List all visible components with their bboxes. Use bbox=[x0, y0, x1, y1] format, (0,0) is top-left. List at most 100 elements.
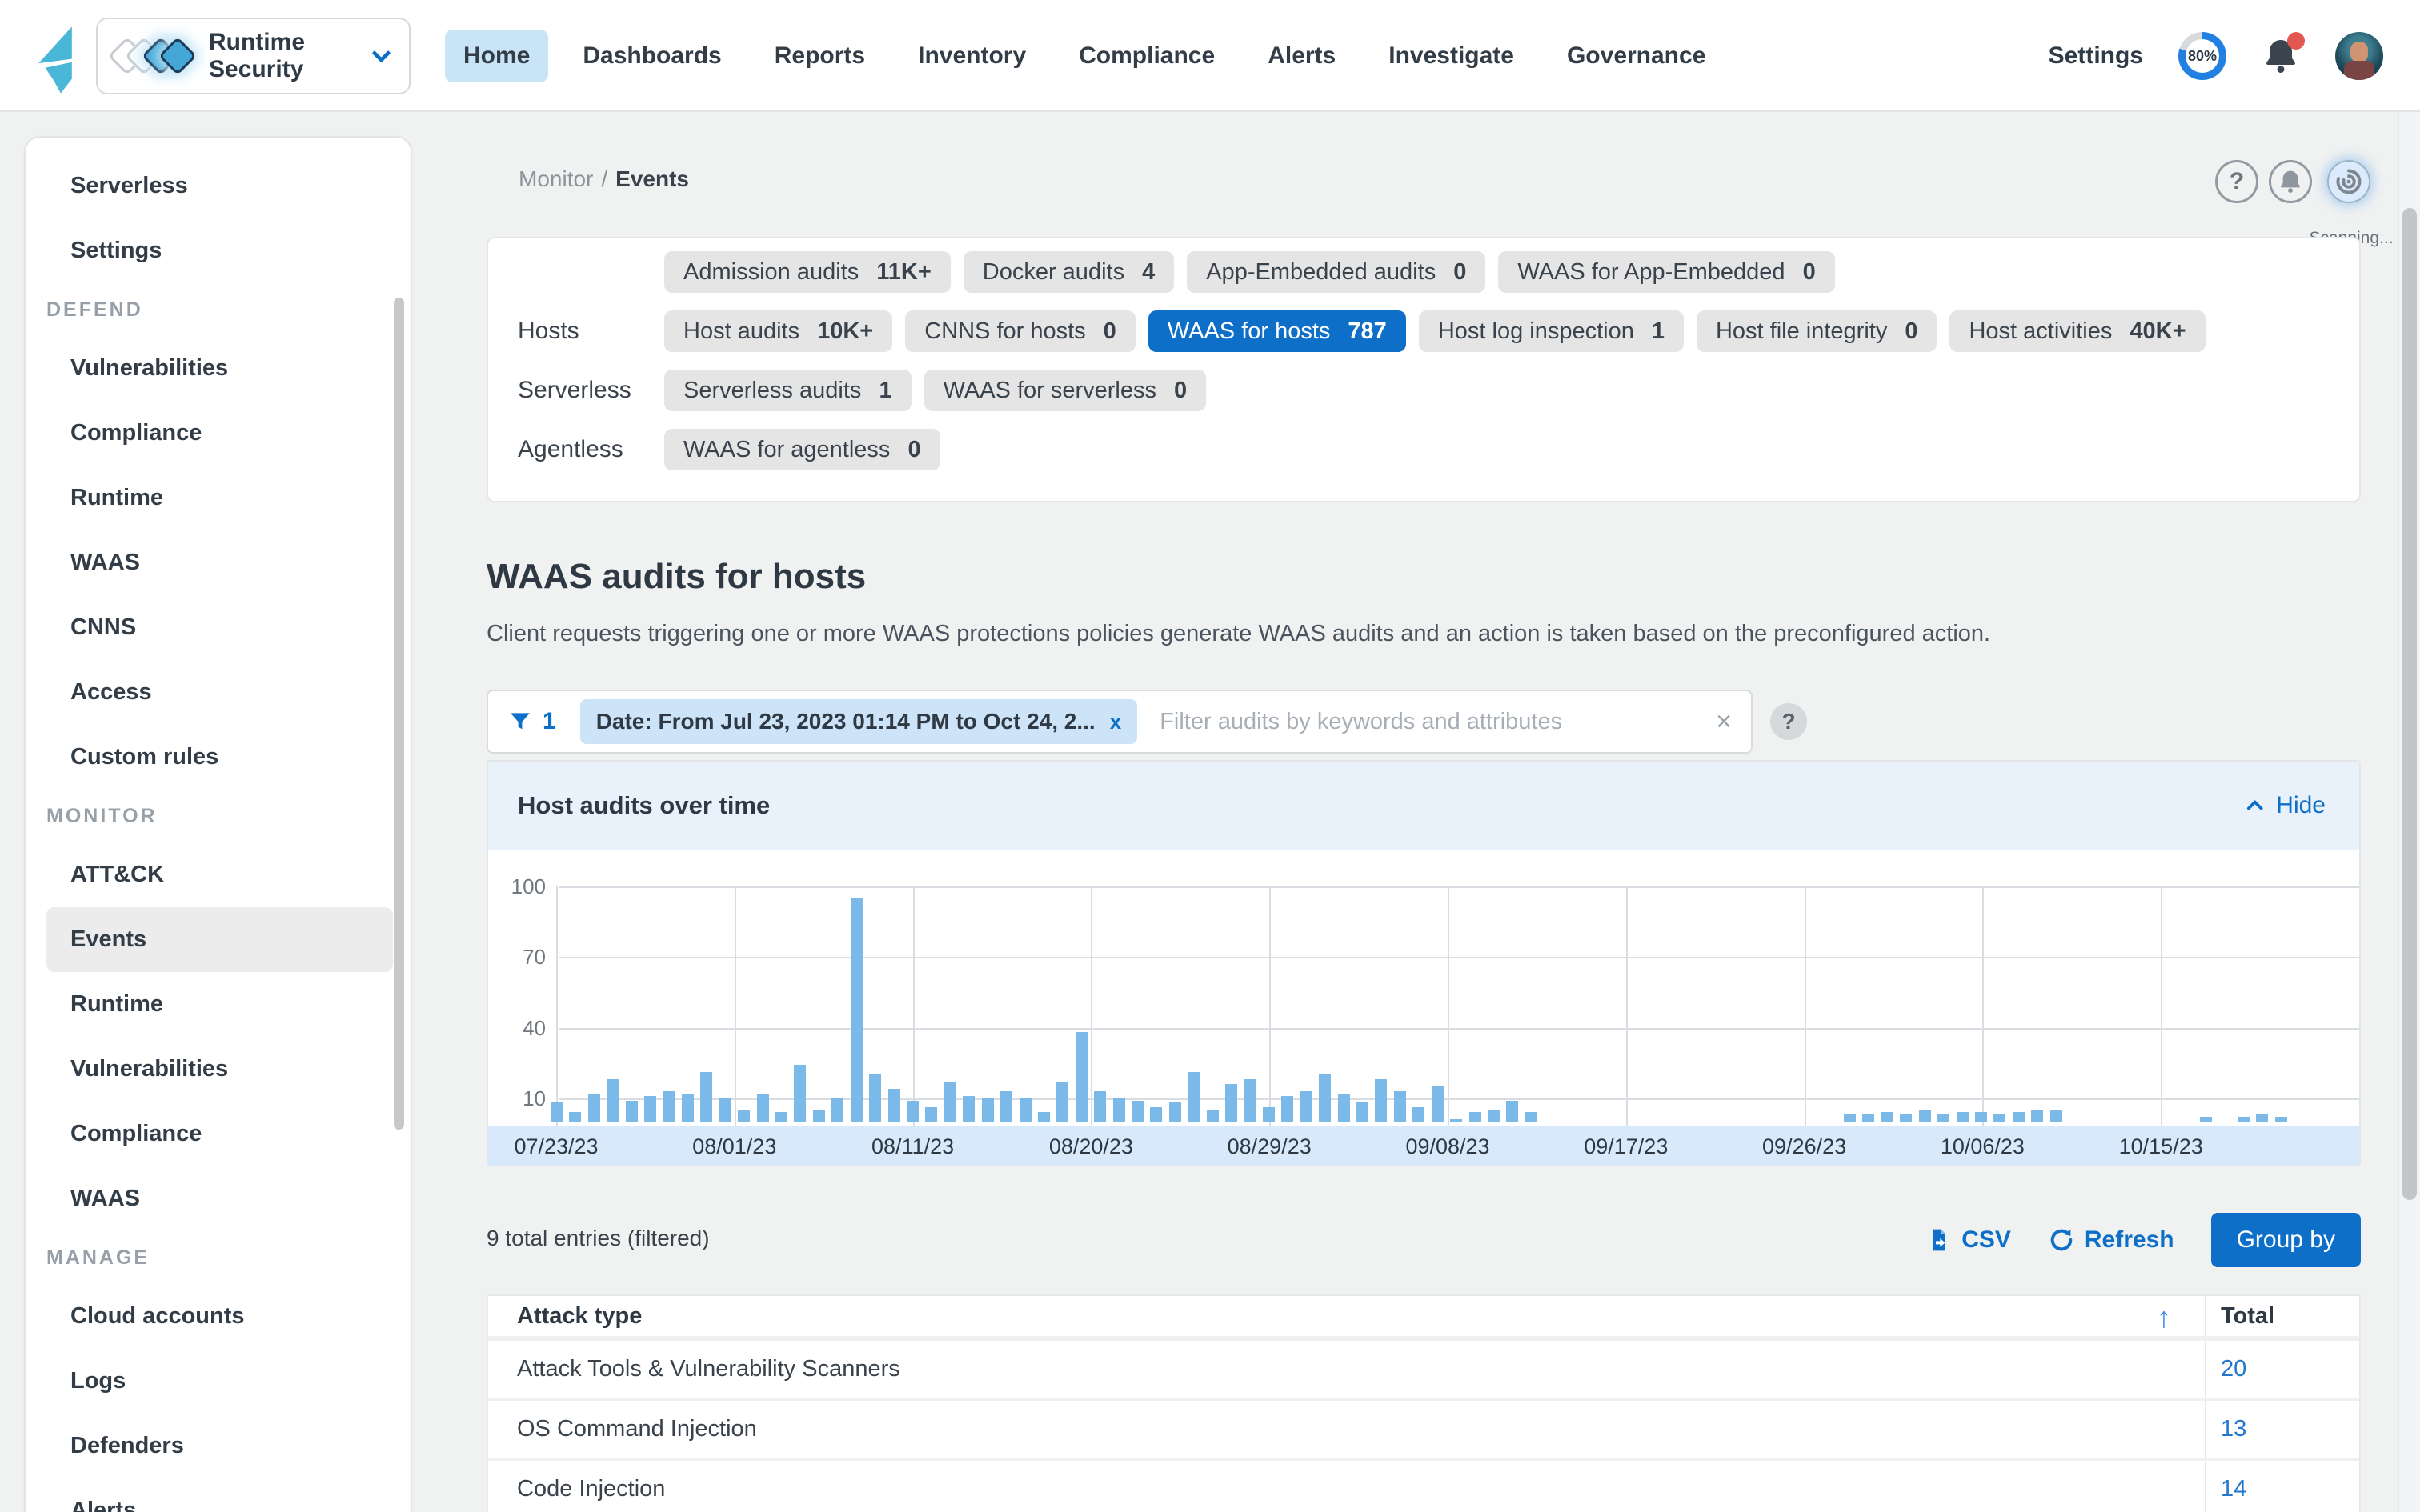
date-filter-remove-icon[interactable]: x bbox=[1110, 710, 1121, 734]
bar-day-3[interactable] bbox=[607, 1079, 619, 1122]
chip-waas-for-serverless[interactable]: WAAS for serverless 0 bbox=[924, 370, 1207, 411]
user-avatar[interactable] bbox=[2335, 32, 2383, 80]
refresh-button[interactable]: Refresh bbox=[2048, 1226, 2174, 1254]
bar-day-12[interactable] bbox=[775, 1112, 788, 1122]
filter-input[interactable]: Filter audits by keywords and attributes bbox=[1160, 709, 1716, 735]
bar-day-17[interactable] bbox=[869, 1074, 882, 1122]
bar-day-39[interactable] bbox=[1281, 1095, 1294, 1122]
bar-day-42[interactable] bbox=[1337, 1093, 1350, 1122]
table-row[interactable]: OS Command Injection 13 bbox=[488, 1401, 2359, 1461]
bar-day-73[interactable] bbox=[1918, 1110, 1931, 1122]
bar-day-41[interactable] bbox=[1319, 1074, 1332, 1122]
bar-day-72[interactable] bbox=[1900, 1114, 1913, 1122]
bar-day-44[interactable] bbox=[1375, 1079, 1388, 1122]
chip-serverless-audits[interactable]: Serverless audits 1 bbox=[664, 370, 912, 411]
bar-day-92[interactable] bbox=[2274, 1117, 2287, 1122]
chart-hide-button[interactable]: Hide bbox=[2246, 792, 2326, 819]
sidebar-item-att-ck[interactable]: ATT&CK bbox=[46, 842, 393, 907]
bar-day-7[interactable] bbox=[681, 1093, 694, 1122]
bar-day-34[interactable] bbox=[1188, 1072, 1200, 1122]
sidebar-item-runtime[interactable]: Runtime bbox=[46, 972, 393, 1037]
bar-day-8[interactable] bbox=[700, 1072, 713, 1122]
bar-day-75[interactable] bbox=[1956, 1112, 1969, 1122]
bar-day-91[interactable] bbox=[2256, 1114, 2269, 1122]
page-scrollbar-thumb[interactable] bbox=[2402, 208, 2417, 1200]
bar-day-50[interactable] bbox=[1488, 1110, 1500, 1122]
sidebar-item-settings[interactable]: Settings bbox=[46, 218, 393, 283]
table-row[interactable]: Code Injection 14 bbox=[488, 1461, 2359, 1512]
bar-day-74[interactable] bbox=[1937, 1114, 1950, 1122]
page-scrollbar[interactable] bbox=[2398, 112, 2420, 1512]
bar-day-15[interactable] bbox=[831, 1098, 844, 1122]
bar-day-36[interactable] bbox=[1225, 1083, 1238, 1122]
nav-home[interactable]: Home bbox=[445, 30, 549, 82]
bar-day-24[interactable] bbox=[1000, 1090, 1013, 1122]
usage-ring[interactable]: 80% bbox=[2178, 32, 2226, 80]
bar-day-88[interactable] bbox=[2199, 1117, 2212, 1122]
help-icon[interactable]: ? bbox=[2215, 160, 2258, 203]
bar-day-47[interactable] bbox=[1431, 1086, 1444, 1122]
notifications-bell-icon[interactable] bbox=[2262, 32, 2305, 77]
nav-reports[interactable]: Reports bbox=[756, 30, 883, 82]
sidebar-item-custom-rules[interactable]: Custom rules bbox=[46, 725, 393, 790]
filter-bar[interactable]: 1 Date: From Jul 23, 2023 01:14 PM to Oc… bbox=[487, 690, 1753, 754]
bar-day-25[interactable] bbox=[1019, 1098, 1032, 1122]
bar-day-28[interactable] bbox=[1075, 1032, 1088, 1122]
bar-day-30[interactable] bbox=[1112, 1098, 1125, 1122]
chip-cnns-for-hosts[interactable]: CNNS for hosts 0 bbox=[905, 310, 1136, 352]
nav-governance[interactable]: Governance bbox=[1549, 30, 1724, 82]
total-link[interactable]: 14 bbox=[2221, 1476, 2246, 1502]
bar-day-45[interactable] bbox=[1393, 1090, 1406, 1122]
bar-day-48[interactable] bbox=[1450, 1119, 1463, 1122]
bar-day-26[interactable] bbox=[1037, 1112, 1050, 1122]
bar-day-9[interactable] bbox=[719, 1098, 731, 1122]
nav-compliance[interactable]: Compliance bbox=[1060, 30, 1233, 82]
bar-day-49[interactable] bbox=[1468, 1112, 1481, 1122]
chip-host-activities[interactable]: Host activities 40K+ bbox=[1949, 310, 2206, 352]
sidebar-item-logs[interactable]: Logs bbox=[46, 1349, 393, 1414]
bar-day-35[interactable] bbox=[1206, 1110, 1219, 1122]
chip-waas-for-hosts[interactable]: WAAS for hosts 787 bbox=[1148, 310, 1406, 352]
nav-alerts[interactable]: Alerts bbox=[1249, 30, 1354, 82]
bar-day-77[interactable] bbox=[1993, 1114, 2006, 1122]
bar-day-29[interactable] bbox=[1094, 1090, 1107, 1122]
sidebar-scrollbar[interactable] bbox=[394, 298, 404, 1130]
sidebar-item-alerts[interactable]: Alerts bbox=[46, 1478, 393, 1512]
bar-day-46[interactable] bbox=[1412, 1107, 1425, 1122]
product-switcher[interactable]: Runtime Security bbox=[96, 18, 411, 94]
bar-day-20[interactable] bbox=[925, 1107, 938, 1122]
alerts-bell-icon[interactable] bbox=[2269, 160, 2312, 203]
sidebar-item-vulnerabilities[interactable]: Vulnerabilities bbox=[46, 336, 393, 401]
bar-day-79[interactable] bbox=[2031, 1110, 2044, 1122]
chip-host-log-inspection[interactable]: Host log inspection 1 bbox=[1418, 310, 1684, 352]
bar-day-6[interactable] bbox=[663, 1090, 675, 1122]
column-attack-type[interactable]: Attack type bbox=[488, 1303, 2359, 1330]
bar-day-38[interactable] bbox=[1262, 1107, 1275, 1122]
nav-dashboards[interactable]: Dashboards bbox=[564, 30, 739, 82]
sidebar-item-cloud-accounts[interactable]: Cloud accounts bbox=[46, 1284, 393, 1349]
bar-day-21[interactable] bbox=[944, 1081, 956, 1122]
bar-day-70[interactable] bbox=[1862, 1114, 1875, 1122]
nav-investigate[interactable]: Investigate bbox=[1370, 30, 1533, 82]
bar-day-27[interactable] bbox=[1056, 1081, 1069, 1122]
bar-day-52[interactable] bbox=[1525, 1112, 1537, 1122]
bar-day-37[interactable] bbox=[1244, 1079, 1256, 1122]
bar-day-31[interactable] bbox=[1132, 1100, 1144, 1122]
bar-day-51[interactable] bbox=[1506, 1100, 1519, 1122]
bar-day-43[interactable] bbox=[1356, 1102, 1369, 1122]
bar-day-10[interactable] bbox=[738, 1110, 751, 1122]
sidebar-item-access[interactable]: Access bbox=[46, 660, 393, 725]
chip-docker-audits[interactable]: Docker audits 4 bbox=[963, 251, 1175, 293]
sidebar-item-waas[interactable]: WAAS bbox=[46, 1166, 393, 1231]
bar-day-40[interactable] bbox=[1300, 1090, 1312, 1122]
sidebar-item-waas[interactable]: WAAS bbox=[46, 530, 393, 595]
total-link[interactable]: 13 bbox=[2221, 1416, 2246, 1442]
sidebar-item-compliance[interactable]: Compliance bbox=[46, 1102, 393, 1166]
chip-host-audits[interactable]: Host audits 10K+ bbox=[664, 310, 893, 352]
bar-day-1[interactable] bbox=[569, 1112, 582, 1122]
bar-day-19[interactable] bbox=[906, 1100, 919, 1122]
total-link[interactable]: 20 bbox=[2221, 1356, 2246, 1382]
bar-day-5[interactable] bbox=[644, 1095, 657, 1122]
table-row[interactable]: Attack Tools & Vulnerability Scanners 20 bbox=[488, 1341, 2359, 1401]
clear-filter-icon[interactable]: × bbox=[1716, 706, 1732, 738]
